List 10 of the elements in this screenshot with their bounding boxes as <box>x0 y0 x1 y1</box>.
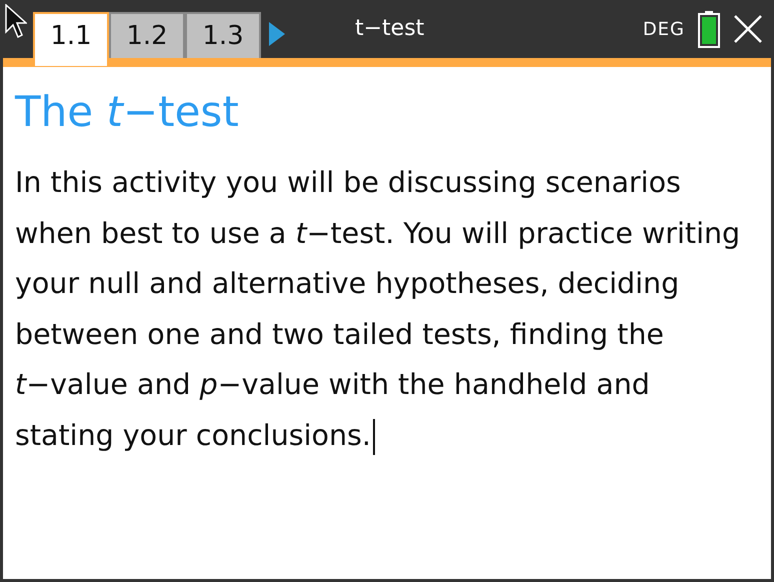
page-heading: The t−test <box>15 87 240 136</box>
document-title: t−test <box>355 16 424 41</box>
pointer-icon <box>5 4 27 38</box>
page-tab[interactable]: 1.3 <box>185 12 261 58</box>
close-icon[interactable] <box>733 14 763 44</box>
page-tab[interactable]: 1.1 <box>33 12 109 66</box>
angle-mode: DEG <box>642 18 685 40</box>
battery-icon <box>697 10 721 48</box>
page-tab[interactable]: 1.2 <box>109 12 185 58</box>
play-icon[interactable] <box>269 22 285 46</box>
